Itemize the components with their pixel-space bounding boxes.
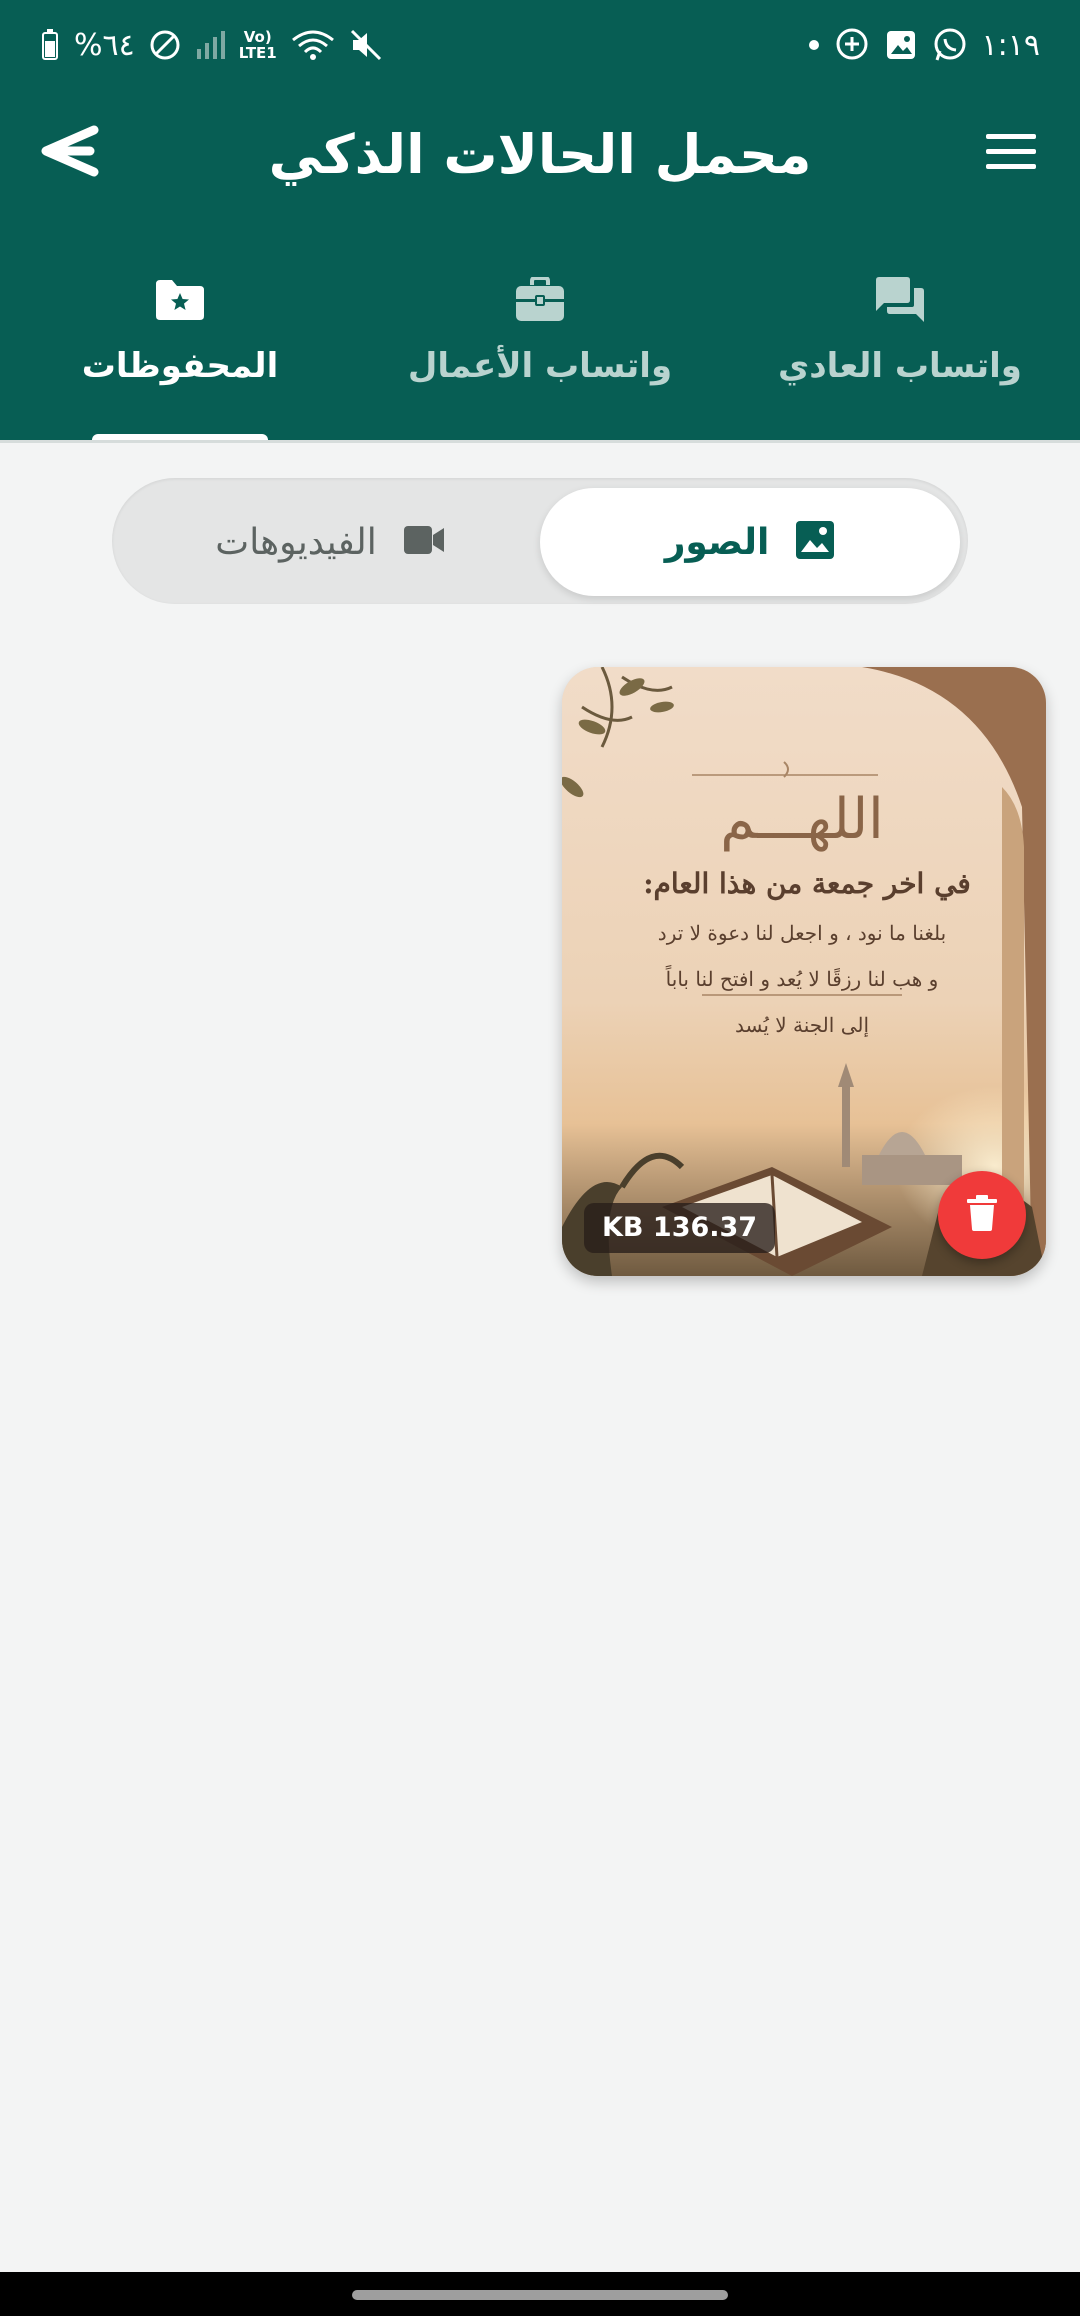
hamburger-menu-icon [984, 132, 1038, 176]
image-text-title: اللهـــم [720, 787, 884, 852]
images-toggle-button[interactable]: الصور [540, 488, 960, 596]
tab-label-business: واتساب الأعمال [407, 346, 673, 386]
status-right: ١:١٩ [808, 27, 1040, 63]
chat-bubbles-icon [874, 272, 926, 328]
tab-business-whatsapp[interactable]: واتساب الأعمال [360, 220, 720, 442]
saved-image-card[interactable]: اللهـــم في اخر جمعة من هذا العام: بلغنا… [562, 667, 1046, 1276]
signal-icon [195, 29, 225, 61]
tabs-divider [0, 440, 1080, 443]
images-label: الصور [664, 521, 770, 563]
home-gesture-handle[interactable] [352, 2290, 728, 2300]
videos-label: الفيديوهات [215, 521, 377, 563]
status-left: %٦٤ Vo) LTE1 [40, 28, 383, 63]
delete-button[interactable] [938, 1171, 1026, 1259]
video-camera-icon [403, 525, 445, 559]
tab-saved[interactable]: المحفوظات [0, 220, 360, 442]
image-icon [795, 520, 835, 564]
dnd-icon [149, 29, 181, 61]
image-text-line2: و هب لنا رزقًا لا يُعد و افتح لنا باباً [665, 967, 939, 991]
briefcase-icon [515, 272, 565, 328]
image-text-line1: بلغنا ما نود ، و اجعل لنا دعوة لا ترد [657, 921, 947, 945]
media-type-toggle: الصور الفيديوهات [112, 478, 968, 604]
tab-bar: المحفوظات واتساب الأعمال واتساب العادي [0, 220, 1080, 442]
page-title: محمل الحالات الذكي [268, 123, 812, 186]
tab-label-saved: المحفوظات [81, 346, 279, 386]
trash-icon [966, 1194, 998, 1236]
saved-folder-star-icon [154, 272, 206, 328]
tab-regular-whatsapp[interactable]: واتساب العادي [720, 220, 1080, 442]
back-button[interactable] [30, 118, 110, 188]
status-bar: %٦٤ Vo) LTE1 ١:١٩ [0, 0, 1080, 90]
image-text-line3: إلى الجنة لا يُسد [734, 1013, 870, 1037]
tab-label-regular: واتساب العادي [778, 346, 1022, 386]
gallery-icon [884, 28, 918, 62]
dot-icon [808, 39, 820, 51]
mute-icon [349, 28, 383, 62]
add-chat-icon [834, 27, 870, 63]
file-size-badge: KB 136.37 [584, 1203, 776, 1253]
battery-icon [40, 29, 60, 61]
system-navigation-bar [0, 2272, 1080, 2316]
status-time: ١:١٩ [981, 27, 1040, 63]
battery-text: %٦٤ [74, 27, 135, 63]
menu-button[interactable] [976, 124, 1046, 184]
back-arrow-icon [38, 124, 102, 182]
image-text-subtitle: في اخر جمعة من هذا العام: [643, 867, 971, 900]
network-label-top: Vo) [243, 28, 272, 46]
network-type: Vo) LTE1 [239, 29, 277, 61]
wifi-icon [291, 28, 335, 62]
app-bar: محمل الحالات الذكي [0, 90, 1080, 220]
network-label-bottom: LTE1 [238, 44, 277, 62]
whatsapp-icon [932, 27, 968, 63]
videos-toggle-button[interactable]: الفيديوهات [120, 488, 540, 596]
